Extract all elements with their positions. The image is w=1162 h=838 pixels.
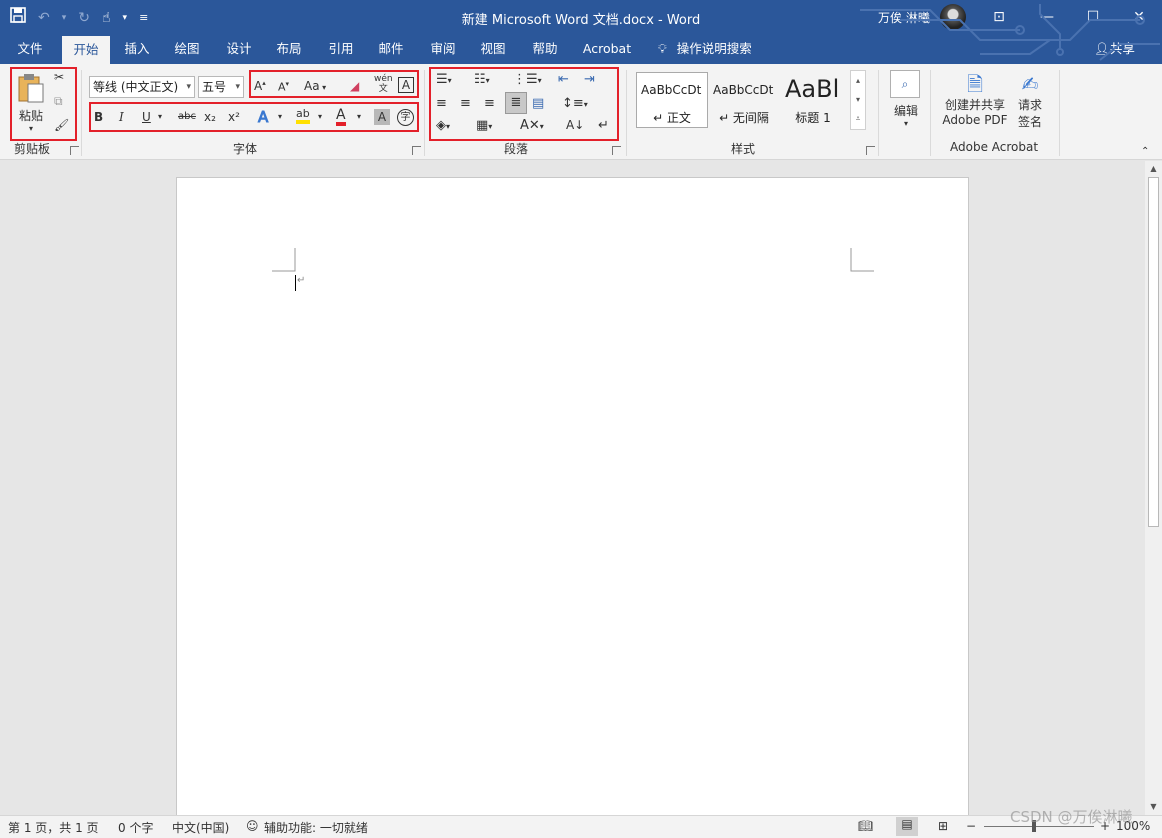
tab-draw[interactable]: 绘图 bbox=[164, 34, 210, 64]
font-group-label: 字体 bbox=[233, 142, 258, 156]
highlight-box-font-size bbox=[249, 70, 419, 98]
tab-review[interactable]: 审阅 bbox=[420, 34, 466, 64]
tab-help[interactable]: 帮助 bbox=[522, 34, 568, 64]
web-layout-icon[interactable]: ⊞ bbox=[938, 819, 948, 833]
paragraph-launcher-icon[interactable] bbox=[612, 146, 621, 155]
tab-file[interactable]: 文件 bbox=[6, 34, 54, 64]
save-icon[interactable] bbox=[10, 7, 26, 28]
style-heading-1[interactable]: AaBl 标题 1 bbox=[780, 72, 846, 128]
person-icon: 👤︎ bbox=[1094, 41, 1110, 56]
maximize-button[interactable]: ☐ bbox=[1070, 0, 1116, 34]
search-icon[interactable]: ⌕ bbox=[890, 70, 920, 98]
margin-corner-top-left bbox=[272, 248, 296, 272]
lightbulb-icon: 💡︎ bbox=[658, 41, 667, 56]
vertical-scrollbar[interactable]: ▲ ▼ bbox=[1145, 161, 1162, 815]
minimize-button[interactable]: — bbox=[1024, 0, 1070, 34]
zoom-out-icon[interactable]: − bbox=[966, 819, 976, 833]
redo-icon[interactable]: ↻ bbox=[78, 9, 90, 27]
tab-home[interactable]: 开始 bbox=[62, 36, 110, 64]
document-page[interactable]: ↵ bbox=[176, 177, 969, 817]
touch-mode-dropdown-icon[interactable]: ▾ bbox=[123, 9, 128, 27]
editing-button[interactable]: 编辑 ▾ bbox=[891, 102, 921, 128]
paragraph-group-label: 段落 bbox=[504, 142, 529, 156]
user-name[interactable]: 万俟 淋曦 bbox=[878, 9, 930, 26]
font-launcher-icon[interactable] bbox=[412, 146, 421, 155]
style-normal[interactable]: AaBbCcDt ↵ 正文 bbox=[636, 72, 708, 128]
accessibility-status[interactable]: 辅助功能: 一切就绪 bbox=[264, 819, 368, 836]
tab-design[interactable]: 设计 bbox=[216, 34, 262, 64]
scroll-thumb[interactable] bbox=[1148, 177, 1159, 527]
word-count-status[interactable]: 0 个字 bbox=[118, 819, 153, 836]
style-no-spacing[interactable]: AaBbCcDt ↵ 无间隔 bbox=[708, 72, 780, 128]
paragraph-mark: ↵ bbox=[297, 275, 306, 286]
tab-view[interactable]: 视图 bbox=[470, 34, 516, 64]
signature-icon: ✍︎ bbox=[1021, 72, 1039, 96]
print-layout-icon[interactable]: ▤ bbox=[896, 817, 918, 836]
create-share-pdf-button[interactable]: 🗎︎ 创建并共享 Adobe PDF bbox=[940, 72, 1010, 127]
styles-group-label: 样式 bbox=[731, 142, 756, 156]
status-bar: 第 1 页，共 1 页 0 个字 中文(中国) ☺︎ 辅助功能: 一切就绪 📖︎… bbox=[0, 815, 1162, 838]
tab-insert[interactable]: 插入 bbox=[114, 34, 160, 64]
collapse-ribbon-icon[interactable]: ⌃ bbox=[1141, 146, 1149, 157]
touch-mode-icon[interactable]: ☝ bbox=[102, 9, 111, 27]
tab-acrobat[interactable]: Acrobat bbox=[576, 34, 638, 64]
scroll-up-icon[interactable]: ▲ bbox=[1145, 161, 1162, 177]
styles-gallery-scroll[interactable]: ▴ ▾ ⩡ bbox=[850, 70, 866, 130]
page-count-status[interactable]: 第 1 页，共 1 页 bbox=[8, 819, 99, 836]
font-size-combo[interactable]: 五号 ▾ bbox=[198, 76, 244, 98]
clipboard-launcher-icon[interactable] bbox=[70, 146, 79, 155]
acrobat-group-label: Adobe Acrobat bbox=[950, 140, 1039, 154]
quick-access-toolbar: ↶ ▾ ↻ ☝ ▾ ≡ bbox=[10, 7, 148, 28]
language-status[interactable]: 中文(中国) bbox=[172, 819, 229, 836]
font-name-combo[interactable]: 等线 (中文正文) ▾ bbox=[89, 76, 195, 98]
clipboard-group-label: 剪贴板 bbox=[14, 142, 51, 156]
scroll-down-icon[interactable]: ▼ bbox=[1145, 799, 1162, 815]
tab-mailings[interactable]: 邮件 bbox=[368, 34, 414, 64]
highlight-box-clipboard bbox=[10, 67, 77, 141]
pdf-share-icon: 🗎︎ bbox=[966, 72, 984, 96]
highlight-box-font-format bbox=[89, 102, 419, 132]
text-cursor bbox=[295, 275, 296, 291]
ribbon: 粘贴 ▾ ✂ ⧉ 🖌︎ 剪贴板 等线 (中文正文) ▾ 五号 ▾ A▴ A▾ Aa … bbox=[0, 64, 1162, 160]
margin-corner-top-right bbox=[850, 248, 874, 272]
tab-references[interactable]: 引用 bbox=[318, 34, 364, 64]
tab-layout[interactable]: 布局 bbox=[266, 34, 312, 64]
undo-icon[interactable]: ↶ bbox=[38, 9, 50, 27]
watermark: CSDN @万俟淋曦 bbox=[1010, 808, 1133, 826]
tell-me-search[interactable]: 💡︎ 操作说明搜索 bbox=[658, 34, 752, 64]
ribbon-tab-bar: 文件 开始 插入 绘图 设计 布局 引用 邮件 审阅 视图 帮助 Acrobat… bbox=[0, 34, 1162, 64]
share-button[interactable]: 👤︎共享 bbox=[1094, 34, 1135, 64]
styles-launcher-icon[interactable] bbox=[866, 146, 875, 155]
editing-dropdown-icon: ▾ bbox=[903, 119, 908, 128]
close-button[interactable]: ✕ bbox=[1116, 0, 1162, 34]
read-mode-icon[interactable]: 📖︎ bbox=[858, 819, 873, 833]
avatar[interactable] bbox=[940, 4, 966, 30]
ribbon-display-options-button[interactable]: ⊡ bbox=[976, 0, 1022, 34]
accessibility-icon: ☺︎ bbox=[246, 819, 259, 833]
highlight-box-paragraph bbox=[429, 67, 619, 141]
title-bar: ↶ ▾ ↻ ☝ ▾ ≡ 新建 Microsoft Word 文档.docx - … bbox=[0, 0, 1162, 34]
customize-qat-icon[interactable]: ≡ bbox=[139, 9, 148, 27]
request-signature-button[interactable]: ✍︎ 请求 签名 bbox=[1012, 72, 1048, 130]
